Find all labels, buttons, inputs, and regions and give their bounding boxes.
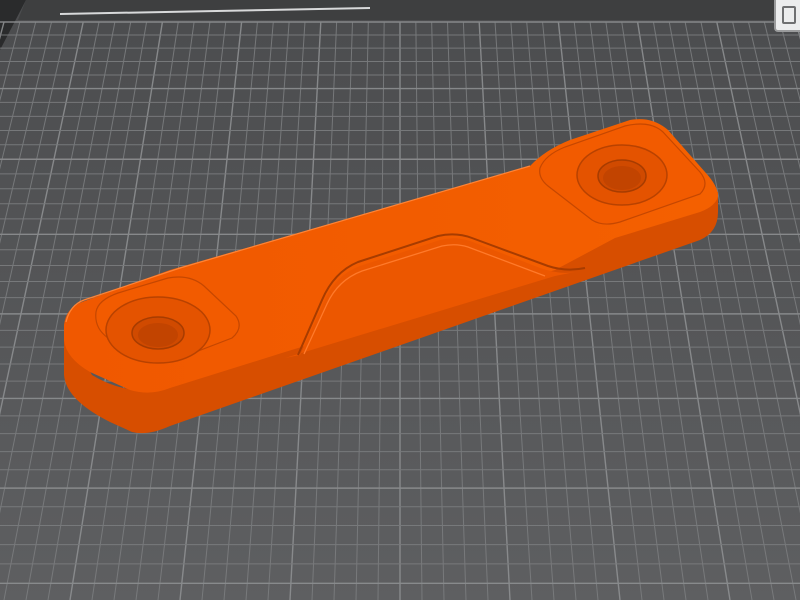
build-plate-scene[interactable] (0, 0, 800, 600)
right-counterbore-hole (576, 144, 668, 206)
3d-viewport[interactable] (0, 0, 800, 600)
left-counterbore-hole (105, 296, 211, 364)
view-cube-icon[interactable] (774, 0, 800, 32)
bed-edge (18, 0, 800, 20)
